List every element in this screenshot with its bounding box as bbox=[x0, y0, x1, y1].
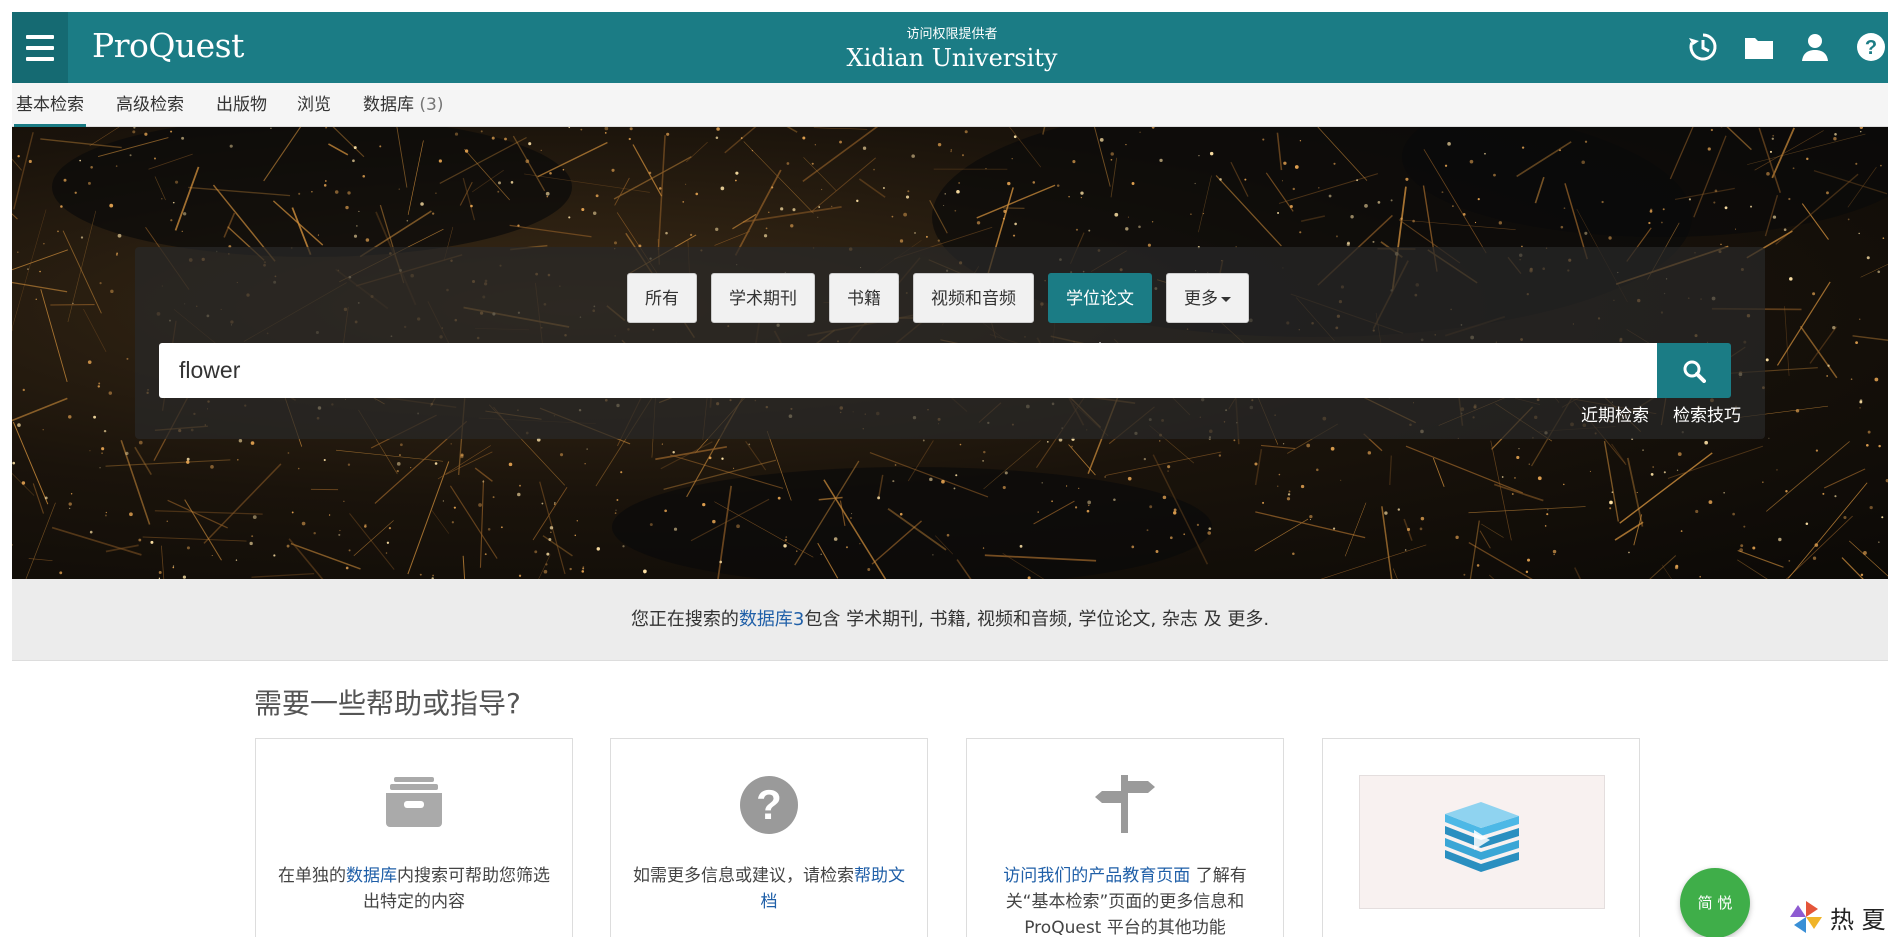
tab-all[interactable]: 所有 bbox=[627, 273, 697, 323]
provider-name: Xidian University bbox=[846, 44, 1058, 72]
databases-link[interactable]: 数据库 bbox=[346, 866, 397, 886]
tab-video-audio[interactable]: 视频和音频 bbox=[913, 273, 1034, 323]
help-card-text: 访问我们的产品教育页面 了解有关“基本检索”页面的更多信息和 ProQuest … bbox=[987, 863, 1263, 937]
signpost-icon bbox=[967, 775, 1283, 833]
nav-basic-search[interactable]: 基本检索 bbox=[14, 83, 86, 127]
tab-more[interactable]: 更多 bbox=[1166, 273, 1249, 323]
question-circle-icon: ? bbox=[611, 775, 927, 835]
history-icon[interactable] bbox=[1686, 30, 1720, 64]
info-suffix: 包含 学术期刊, 书籍, 视频和音频, 学位论文, 杂志 及 更多. bbox=[804, 609, 1270, 630]
nav-browse[interactable]: 浏览 bbox=[295, 83, 333, 127]
search-tips-link[interactable]: 检索技巧 bbox=[1673, 401, 1741, 426]
provider-label: 访问权限提供者 bbox=[906, 27, 998, 42]
folder-icon[interactable] bbox=[1742, 30, 1776, 64]
product-education-link[interactable]: 访问我们的产品教育页面 bbox=[1003, 866, 1190, 886]
help-card-text: 如需更多信息或建议，请检索帮助文档 bbox=[631, 863, 907, 915]
info-prefix: 您正在搜索的 bbox=[630, 609, 739, 630]
hamburger-menu-icon[interactable] bbox=[12, 12, 68, 83]
nav-databases[interactable]: 数据库 (3) bbox=[361, 83, 446, 127]
tab-more-label: 更多 bbox=[1184, 289, 1218, 309]
help-card-text: 在单独的数据库内搜索可帮助您筛选出特定的内容 bbox=[276, 863, 552, 915]
help-card-databases: 在单独的数据库内搜索可帮助您筛选出特定的内容 bbox=[255, 738, 573, 937]
recent-searches-link[interactable]: 近期检索 bbox=[1581, 401, 1649, 426]
database-info-band: 您正在搜索的数据库3包含 学术期刊, 书籍, 视频和音频, 学位论文, 杂志 及… bbox=[12, 579, 1888, 661]
archive-box-icon bbox=[256, 775, 572, 829]
help-card-video bbox=[1322, 738, 1640, 937]
search-button[interactable] bbox=[1657, 343, 1731, 398]
tab-scholarly-journals[interactable]: 学术期刊 bbox=[711, 273, 815, 323]
card-text-before: 在单独的 bbox=[278, 866, 346, 886]
svg-text:?: ? bbox=[1865, 37, 1877, 59]
access-provider: 访问权限提供者 Xidian University bbox=[802, 23, 1102, 72]
watermark-text: 热 夏 bbox=[1830, 905, 1886, 934]
hero-banner: 所有 学术期刊 书籍 视频和音频 学位论文 更多 近期检索 检索技巧 bbox=[12, 127, 1888, 579]
search-nav: 基本检索 高级检索 出版物 浏览 数据库 (3) bbox=[12, 83, 1888, 127]
tab-dissertations[interactable]: 学位论文 bbox=[1048, 273, 1152, 323]
database-count: (3) bbox=[419, 95, 444, 115]
tab-books[interactable]: 书籍 bbox=[829, 273, 899, 323]
help-card-documentation: ? 如需更多信息或建议，请检索帮助文档 bbox=[610, 738, 928, 937]
search-icon bbox=[1683, 360, 1706, 383]
caret-down-icon bbox=[1221, 296, 1231, 302]
help-card-education: 访问我们的产品教育页面 了解有关“基本检索”页面的更多信息和 ProQuest … bbox=[966, 738, 1284, 937]
nav-databases-label: 数据库 bbox=[363, 95, 414, 115]
search-input[interactable] bbox=[159, 343, 1657, 398]
proquest-logo[interactable]: ProQuest bbox=[92, 26, 244, 65]
help-icon[interactable]: ? bbox=[1854, 30, 1888, 64]
content-type-tabs: 所有 学术期刊 书籍 视频和音频 学位论文 更多 bbox=[627, 273, 1249, 323]
browser-viewport: ProQuest 访问权限提供者 Xidian University ? 基本检… bbox=[12, 12, 1888, 937]
nav-advanced-search[interactable]: 高级检索 bbox=[114, 83, 186, 127]
search-panel: 所有 学术期刊 书籍 视频和音频 学位论文 更多 近期检索 检索技巧 bbox=[135, 247, 1765, 439]
database-link[interactable]: 数据库3 bbox=[739, 609, 804, 630]
nav-publications[interactable]: 出版物 bbox=[214, 83, 269, 127]
help-title: 需要一些帮助或指导? bbox=[254, 687, 521, 720]
pinwheel-icon bbox=[1790, 901, 1822, 933]
card-text-before: 如需更多信息或建议，请检索 bbox=[633, 866, 854, 886]
reader-mode-button[interactable]: 简 悦 bbox=[1680, 868, 1750, 937]
video-thumbnail-icon[interactable] bbox=[1359, 775, 1605, 909]
svg-text:?: ? bbox=[756, 781, 782, 828]
top-header: ProQuest 访问权限提供者 Xidian University ? bbox=[12, 12, 1888, 83]
watermark: 热 夏 bbox=[1788, 896, 1896, 938]
user-icon[interactable] bbox=[1798, 30, 1832, 64]
